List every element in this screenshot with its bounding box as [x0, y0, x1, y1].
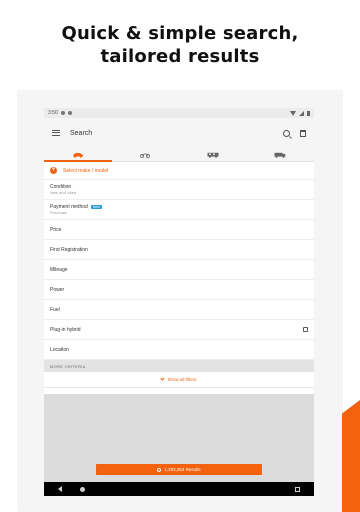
headline-line-1: Quick & simple search,: [61, 23, 299, 44]
results-button[interactable]: 1,203,353 Results: [96, 464, 262, 475]
app-bar-title: Search: [70, 129, 93, 137]
signal-icon: [299, 110, 304, 116]
motorbike-icon: [140, 153, 151, 158]
headline-line-2: tailored results: [100, 46, 260, 67]
filter-location[interactable]: Location: [44, 340, 314, 360]
condition-value: New and Used: [50, 190, 77, 195]
make-model-row[interactable]: + Select make / model: [44, 162, 314, 180]
results-button-label: 1,203,353 Results: [164, 467, 201, 472]
back-icon[interactable]: [58, 486, 62, 492]
device-screen: 3:50 Search + Select make / model Condit…: [44, 108, 314, 496]
system-nav-bar: [44, 482, 314, 496]
wifi-icon: [290, 110, 296, 116]
settings-icon: [60, 111, 65, 115]
headline: Quick & simple search, tailored results: [0, 22, 360, 68]
add-icon: +: [50, 167, 57, 174]
search-icon: [157, 467, 162, 472]
filter-price[interactable]: Price: [44, 220, 314, 240]
make-model-label: Select make / model: [63, 167, 109, 174]
filter-fuel[interactable]: Fuel: [44, 300, 314, 320]
payment-method-value: Purchase: [50, 210, 67, 215]
more-criteria-header: MORE CRITERIA: [44, 360, 314, 372]
chevron-down-icon: [160, 376, 166, 381]
filter-plug-in-hybrid[interactable]: Plug-in hybrid: [44, 320, 314, 340]
filter-payment-method[interactable]: Payment method New Purchase: [44, 200, 314, 220]
power-label: Power: [50, 286, 65, 293]
recent-apps-icon[interactable]: [295, 486, 300, 492]
menu-icon[interactable]: [52, 130, 60, 136]
tab-motorhome[interactable]: [179, 148, 247, 161]
app-bar: Search: [44, 118, 314, 148]
filter-list: + Select make / model Condition New and …: [44, 162, 314, 388]
filter-condition[interactable]: Condition New and Used: [44, 180, 314, 200]
truck-icon: [274, 152, 286, 158]
status-bar: 3:50: [44, 108, 314, 118]
home-icon[interactable]: [80, 486, 85, 492]
accent-stripe: [342, 400, 360, 512]
filter-mileage[interactable]: Mileage: [44, 260, 314, 280]
new-badge: New: [90, 205, 102, 209]
notification-icon: [67, 111, 72, 115]
vehicle-type-tabs: [44, 148, 314, 162]
fuel-label: Fuel: [50, 306, 60, 313]
tab-car[interactable]: [44, 148, 112, 162]
show-all-filters-label: Show all filters: [167, 377, 197, 382]
car-icon: [72, 152, 83, 158]
motorhome-icon: [207, 152, 219, 158]
filter-first-registration[interactable]: First Registration: [44, 240, 314, 260]
first-registration-label: First Registration: [50, 246, 88, 253]
tab-truck[interactable]: [247, 148, 315, 161]
price-label: Price: [50, 226, 62, 233]
trash-icon[interactable]: [300, 129, 306, 137]
show-all-filters-button[interactable]: Show all filters: [44, 372, 314, 388]
mileage-label: Mileage: [50, 266, 68, 273]
battery-icon: [307, 110, 310, 116]
plug-in-hybrid-label: Plug-in hybrid: [50, 326, 81, 333]
search-icon[interactable]: [283, 129, 290, 137]
location-label: Location: [50, 346, 69, 353]
filter-power[interactable]: Power: [44, 280, 314, 300]
tab-motorbike[interactable]: [112, 148, 180, 161]
status-time: 3:50: [48, 110, 58, 116]
plug-in-hybrid-checkbox[interactable]: [303, 327, 308, 332]
